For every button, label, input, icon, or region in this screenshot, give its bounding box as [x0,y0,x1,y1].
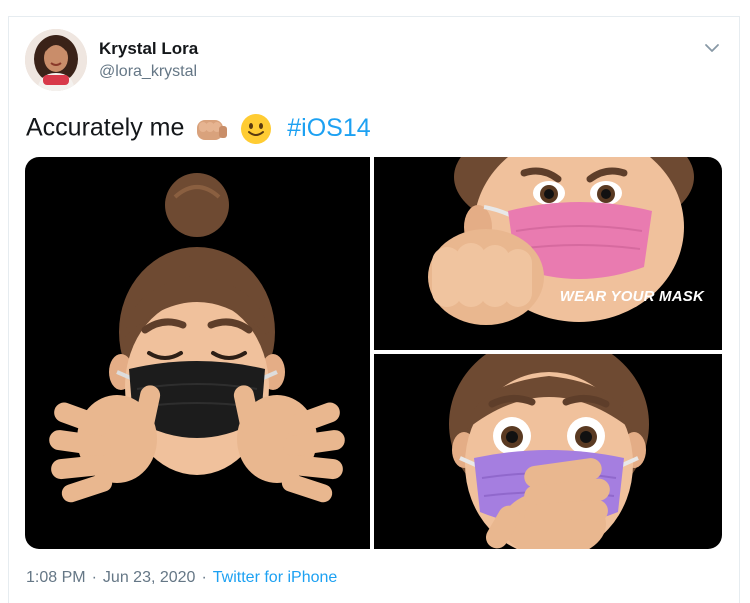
author-avatar[interactable] [25,29,87,91]
memoji-black-mask-image [49,173,345,503]
tweet-source-link[interactable]: Twitter for iPhone [213,569,338,586]
tweet-meta: 1:08 PM · Jun 23, 2020 · Twitter for iPhone [26,569,337,587]
media-grid: WEAR YOUR MASK [25,157,722,549]
media-panel-black-mask[interactable] [25,157,370,549]
oncoming-fist-emoji-icon [197,120,228,140]
tweet-card: Krystal Lora @lora_krystal Accurately me… [8,16,740,603]
tweet-text-body: Accurately me [26,113,185,142]
memoji-purple-mask-image [449,354,649,549]
chevron-down-icon[interactable] [703,39,721,57]
tweet-text: Accurately me #iOS14 [26,113,371,145]
memoji-pink-mask-image [428,157,694,325]
profile-photo-icon [25,29,87,91]
mask-caption: WEAR YOUR MASK [559,288,704,305]
tweet-date[interactable]: Jun 23, 2020 [103,569,196,586]
meta-separator: · [201,569,207,586]
media-panel-purple-mask[interactable] [374,354,722,549]
author-handle[interactable]: @lora_krystal [99,63,197,81]
media-panel-pink-mask[interactable]: WEAR YOUR MASK [374,157,722,350]
hashtag-link[interactable]: #iOS14 [287,114,370,142]
slightly-smiling-face-icon [241,114,272,144]
meta-separator: · [91,569,97,586]
tweet-time[interactable]: 1:08 PM [26,569,86,586]
author-name[interactable]: Krystal Lora [99,39,198,59]
